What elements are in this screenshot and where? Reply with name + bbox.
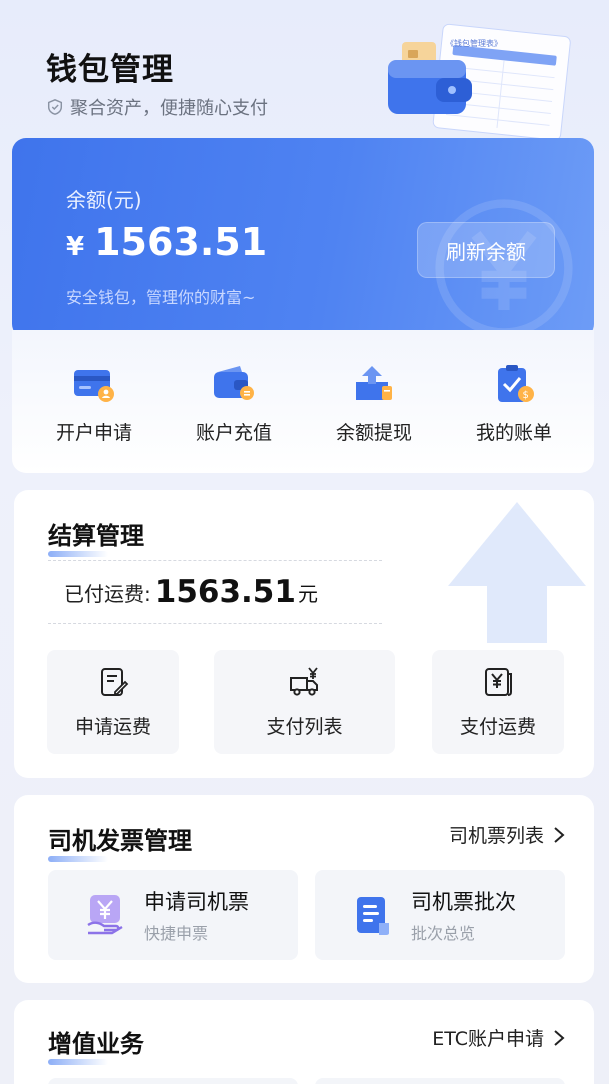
balance-tip: 安全钱包，管理你的财富~ [66, 288, 256, 307]
action-label: 开户申请 [55, 422, 132, 444]
document-list-icon [357, 897, 389, 935]
wallet-coin-icon [214, 366, 254, 400]
chevron-right-icon [554, 826, 565, 843]
tile-text: 司机票批次 批次总览 [411, 886, 516, 944]
tile-apply-freight[interactable]: 申请运费 [47, 650, 179, 754]
etc-account-apply-link[interactable]: ETC账户申请 [432, 1024, 566, 1051]
card-user-icon [74, 370, 114, 402]
tile-subtitle: 快捷申票 [144, 924, 209, 943]
paid-freight-value: 1563.51 [154, 574, 296, 610]
action-open-account[interactable]: 开户申请 [34, 364, 154, 473]
value-added-tile[interactable] [315, 1078, 565, 1084]
paid-freight-unit: 元 [297, 581, 318, 606]
tile-subtitle: 批次总览 [411, 924, 476, 943]
shield-icon [47, 99, 63, 115]
subtitle-text: 聚合资产，便捷随心支付 [70, 98, 268, 119]
quick-actions: 开户申请 账户充值 余额提现 $ 我的账单 [12, 330, 594, 473]
arrow-up-decoration-icon [448, 502, 586, 643]
action-label: 账户充值 [195, 422, 272, 444]
tile-text: 申请司机票 快捷申票 [144, 886, 249, 944]
settlement-title: 结算管理 [48, 516, 144, 557]
illustration-text: 《钱包管理表》 [446, 38, 502, 48]
link-label: 司机票列表 [448, 825, 544, 847]
tile-label: 支付列表 [266, 715, 343, 738]
action-withdraw[interactable]: 余额提现 [314, 364, 434, 473]
edit-document-icon [101, 667, 129, 696]
link-label: ETC账户申请 [432, 1028, 544, 1050]
tile-driver-invoice-batch[interactable]: 司机票批次 批次总览 [315, 870, 565, 960]
yen-receipt-icon [485, 667, 512, 696]
action-recharge[interactable]: 账户充值 [174, 364, 294, 473]
driver-invoice-card: 司机发票管理 司机票列表 申请司机票 快捷申票 司机票批次 批次总览 [14, 795, 594, 983]
paid-freight-row: 已付运费: 1563.51 元 [48, 560, 382, 624]
value-added-card: 增值业务 ETC账户申请 [14, 1000, 594, 1084]
withdraw-icon [356, 366, 392, 400]
balance-amount: 1563.51 [94, 220, 268, 264]
tile-apply-driver-invoice[interactable]: 申请司机票 快捷申票 [48, 870, 298, 960]
tile-label: 支付运费 [459, 715, 536, 738]
settlement-card: 结算管理 已付运费: 1563.51 元 申请运费 支付列表 支付运费 [14, 490, 594, 778]
yen-hand-icon [87, 895, 123, 935]
truck-yen-icon [289, 666, 318, 696]
svg-text:$: $ [523, 390, 529, 401]
tile-payment-list[interactable]: 支付列表 [214, 650, 395, 754]
action-my-bill[interactable]: $ 我的账单 [454, 364, 574, 473]
chevron-right-icon [554, 1029, 565, 1046]
tile-title: 司机票批次 [411, 890, 516, 914]
currency-symbol: ¥ [66, 232, 85, 262]
page-subtitle: 聚合资产，便捷随心支付 [46, 94, 268, 120]
balance-card: 余额(元) ¥ 1563.51 安全钱包，管理你的财富~ 刷新余额 [12, 138, 594, 338]
bill-icon: $ [498, 365, 534, 402]
refresh-balance-button[interactable]: 刷新余额 [417, 222, 555, 278]
page-title: 钱包管理 [46, 52, 174, 88]
tile-pay-freight[interactable]: 支付运费 [432, 650, 564, 754]
paid-freight-label: 已付运费: [64, 581, 151, 606]
driver-invoice-list-link[interactable]: 司机票列表 [449, 821, 566, 848]
balance-label: 余额(元) [66, 188, 142, 212]
value-added-tile[interactable] [48, 1078, 298, 1084]
action-label: 余额提现 [335, 422, 412, 444]
action-label: 我的账单 [475, 422, 552, 444]
balance-value-row: ¥ 1563.51 [66, 220, 267, 264]
driver-invoice-title: 司机发票管理 [48, 821, 192, 862]
tile-title: 申请司机票 [144, 890, 249, 914]
value-added-title: 增值业务 [48, 1024, 144, 1065]
tile-label: 申请运费 [74, 715, 151, 738]
